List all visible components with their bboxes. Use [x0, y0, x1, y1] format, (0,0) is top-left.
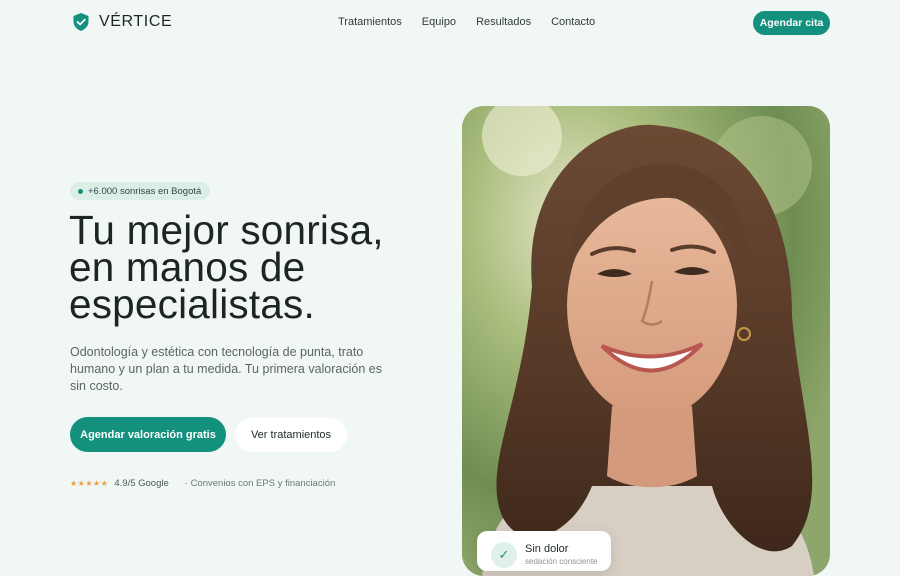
headline-line-3: especialistas.: [69, 281, 315, 327]
hero-photo: [462, 106, 830, 576]
hero-headline: Tu mejor sonrisa, en manos de especialis…: [69, 210, 449, 327]
main-nav: Tratamientos Equipo Resultados Contacto: [338, 16, 595, 28]
feature-subtitle: sedación consciente: [525, 557, 598, 566]
schedule-evaluation-button[interactable]: Agendar valoración gratis: [70, 417, 226, 452]
eps-note: · Convenios con EPS y financiación: [184, 478, 336, 489]
check-icon: ✓: [491, 542, 517, 568]
view-treatments-button[interactable]: Ver tratamientos: [235, 418, 347, 452]
nav-item-equipo[interactable]: Equipo: [422, 16, 456, 28]
badge-dot-icon: [78, 188, 83, 194]
brand-name: VÉRTICE: [99, 13, 173, 30]
trust-row: ★★★★★ 4.9/5 Google · Convenios con EPS y…: [70, 478, 335, 489]
painless-feature-card: ✓ Sin dolor sedación consciente: [477, 531, 611, 571]
nav-item-resultados[interactable]: Resultados: [476, 16, 531, 28]
rating-stars-icon: ★★★★★: [70, 479, 109, 488]
shield-check-icon: [73, 13, 89, 31]
smiling-woman-illustration: [462, 106, 830, 576]
badge-text: +6.000 sonrisas en Bogotá: [88, 185, 202, 197]
hero-description: Odontología y estética con tecnología de…: [70, 345, 382, 393]
nav-item-contacto[interactable]: Contacto: [551, 16, 595, 28]
smiles-badge: +6.000 sonrisas en Bogotá: [70, 182, 211, 200]
feature-title: Sin dolor: [525, 543, 569, 555]
nav-item-tratamientos[interactable]: Tratamientos: [338, 16, 402, 28]
google-rating: 4.9/5 Google: [114, 478, 169, 489]
book-appointment-button[interactable]: Agendar cita: [753, 11, 830, 35]
site-header: VÉRTICE Tratamientos Equipo Resultados C…: [0, 0, 900, 46]
brand-logo[interactable]: VÉRTICE: [72, 12, 172, 32]
